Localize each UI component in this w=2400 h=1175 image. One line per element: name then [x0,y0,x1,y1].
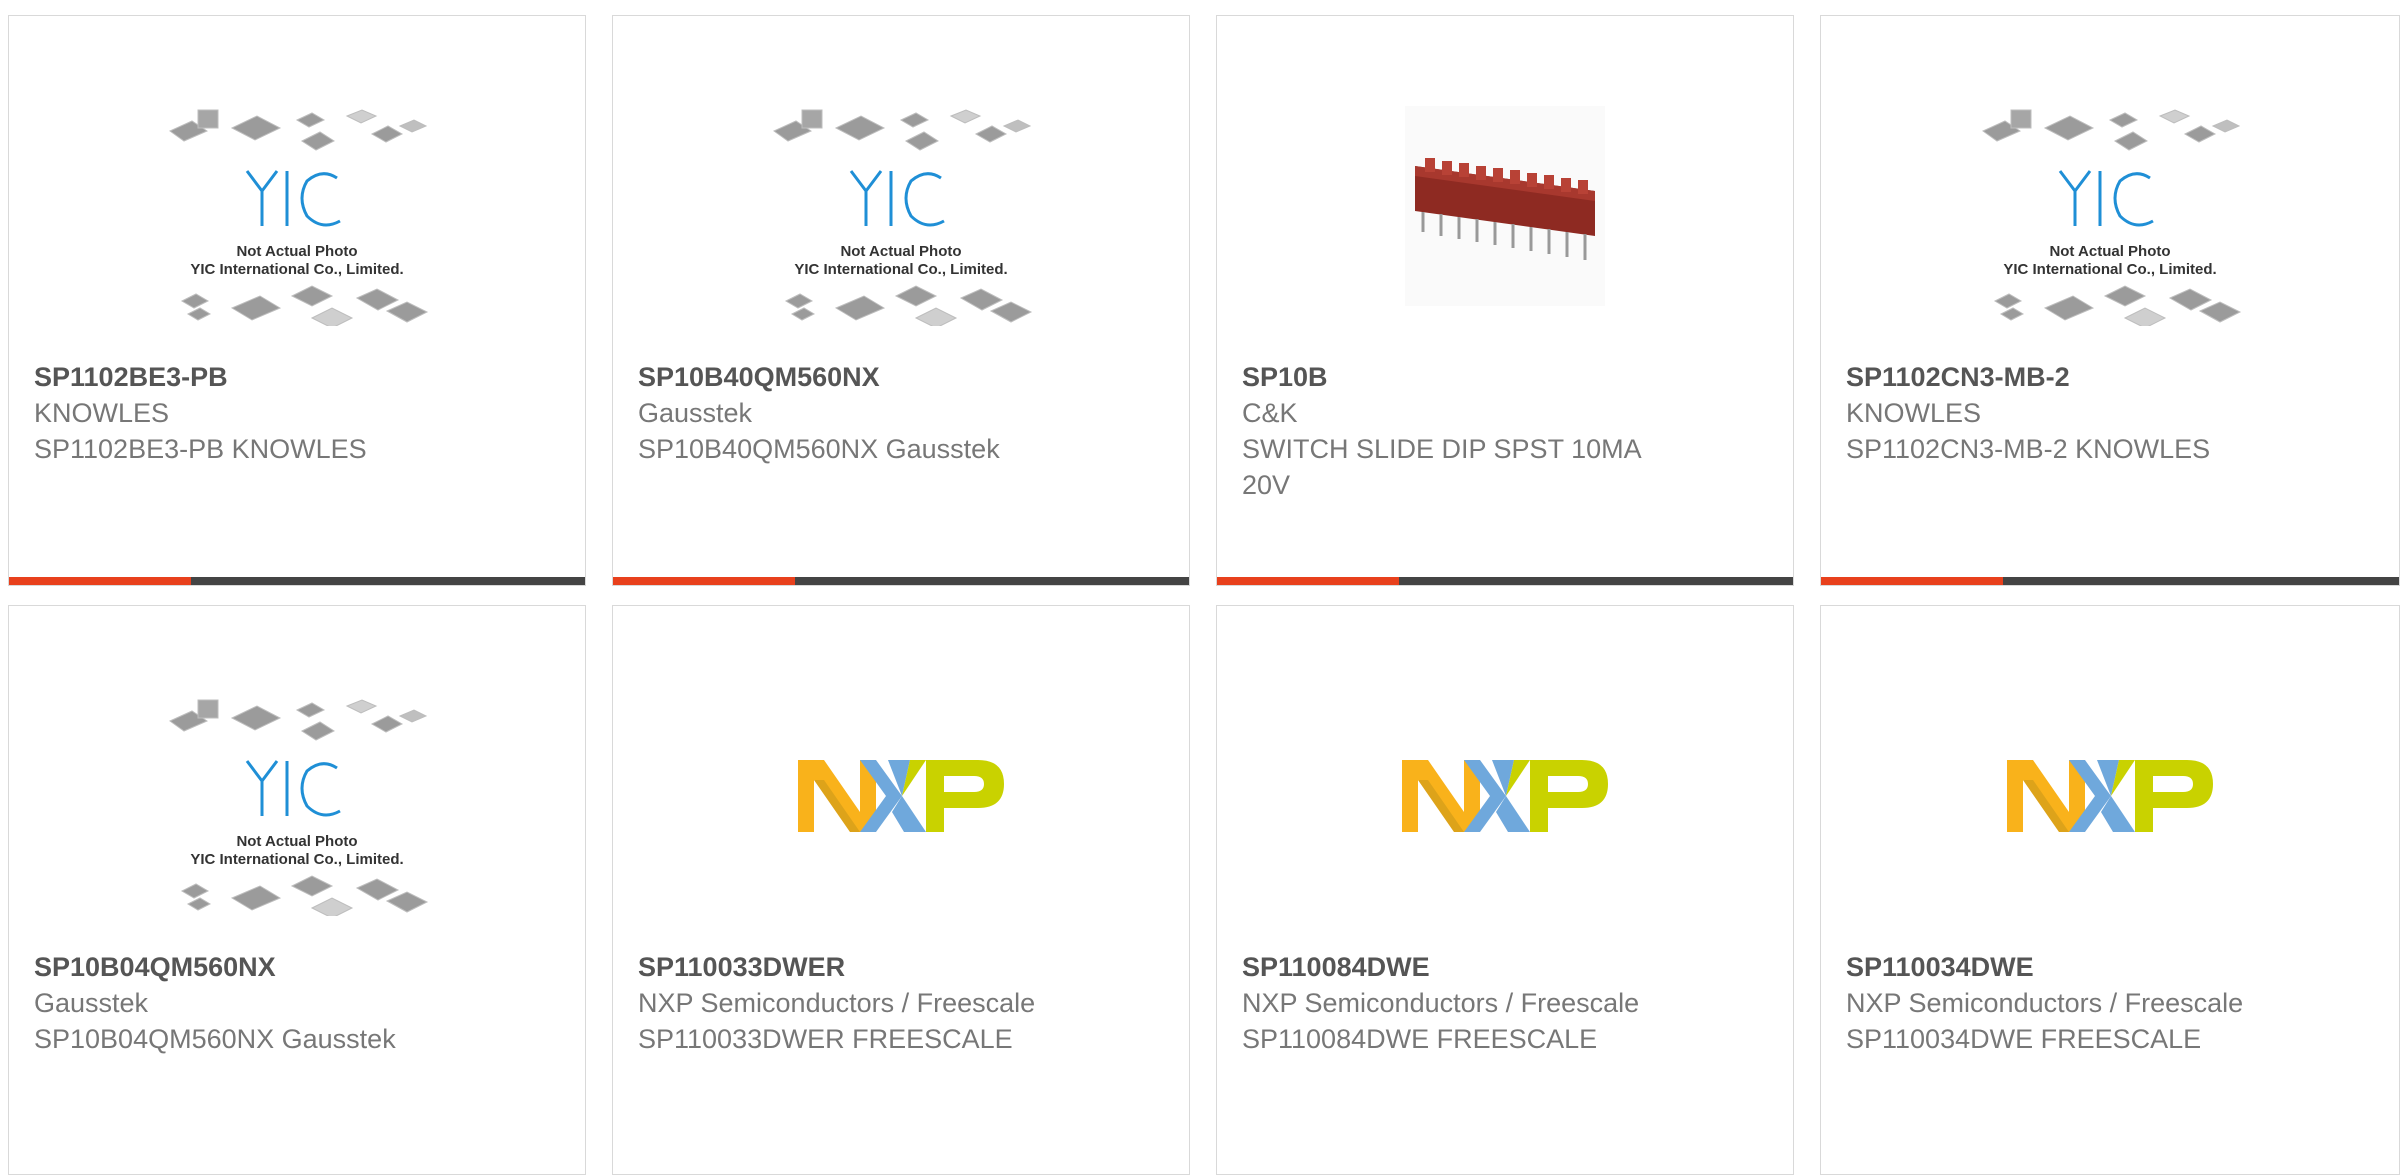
image-caption-1: Not Actual Photo [2049,243,2170,260]
product-card[interactable]: SP110034DWE NXP Semiconductors / Freesca… [1820,605,2400,1175]
product-card[interactable]: SP110033DWER NXP Semiconductors / Freesc… [612,605,1190,1175]
product-description: SP110033DWER FREESCALE [638,1024,1013,1054]
part-number-link[interactable]: SP1102CN3-MB-2 [1846,359,2374,395]
manufacturer-name: NXP Semiconductors / Freescale [1846,988,2244,1018]
manufacturer-name: KNOWLES [34,398,170,428]
product-card[interactable]: Not Actual Photo YIC International Co., … [8,15,586,586]
product-description: SP10B40QM560NX Gausstek [638,434,1000,464]
product-image-nxp-logo[interactable] [1821,646,2399,946]
image-caption-2: YIC International Co., Limited. [794,261,1007,278]
product-image-nxp-logo[interactable] [613,646,1189,946]
yic-placeholder-image: Not Actual Photo YIC International Co., … [1982,109,2242,326]
card-footer-bar [1821,577,2399,585]
product-card[interactable]: Not Actual Photo YIC International Co., … [612,15,1190,586]
image-caption-1: Not Actual Photo [236,243,357,260]
manufacturer-name: Gausstek [34,988,149,1018]
image-caption-2: YIC International Co., Limited. [190,851,403,868]
card-footer-accent [1217,577,1399,585]
image-caption-1: Not Actual Photo [236,833,357,850]
product-image-dip-switch[interactable] [1217,56,1793,356]
yic-placeholder-image: Not Actual Photo YIC International Co., … [169,699,429,916]
manufacturer-name: C&K [1242,398,1298,428]
part-number-link[interactable]: SP110033DWER [638,949,1164,985]
manufacturer-name: Gausstek [638,398,753,428]
part-number-link[interactable]: SP110034DWE [1846,949,2374,985]
product-description: SP110034DWE FREESCALE [1846,1024,2202,1054]
card-footer-bar [1217,577,1793,585]
manufacturer-name: KNOWLES [1846,398,1982,428]
product-description: SWITCH SLIDE DIP SPST 10MA 20V [1242,434,1641,500]
product-description: SP110084DWE FREESCALE [1242,1024,1598,1054]
product-image-yic-placeholder[interactable]: Not Actual Photo YIC International Co., … [613,56,1189,356]
manufacturer-name: NXP Semiconductors / Freescale [1242,988,1640,1018]
product-description: SP1102BE3-PB KNOWLES [34,434,367,464]
part-number-link[interactable]: SP10B04QM560NX [34,949,560,985]
image-caption-2: YIC International Co., Limited. [2003,261,2216,278]
image-caption-2: YIC International Co., Limited. [190,261,403,278]
product-image-nxp-logo[interactable] [1217,646,1793,946]
product-description: SP1102CN3-MB-2 KNOWLES [1846,434,2211,464]
product-card[interactable]: SP10B C&K SWITCH SLIDE DIP SPST 10MA 20V [1216,15,1794,586]
product-description: SP10B04QM560NX Gausstek [34,1024,396,1054]
card-footer-accent [9,577,191,585]
card-footer-bar [9,577,585,585]
card-footer-bar [613,577,1189,585]
dip-switch-photo [1405,106,1605,306]
product-image-yic-placeholder[interactable]: Not Actual Photo YIC International Co., … [9,646,585,946]
nxp-logo [1402,760,1608,832]
product-image-yic-placeholder[interactable]: Not Actual Photo YIC International Co., … [1821,56,2399,356]
product-card[interactable]: Not Actual Photo YIC International Co., … [8,605,586,1175]
product-card[interactable]: SP110084DWE NXP Semiconductors / Freesca… [1216,605,1794,1175]
card-footer-accent [613,577,795,585]
part-number-link[interactable]: SP110084DWE [1242,949,1768,985]
part-number-link[interactable]: SP10B [1242,359,1768,395]
part-number-link[interactable]: SP1102BE3-PB [34,359,560,395]
image-caption-1: Not Actual Photo [840,243,961,260]
product-card[interactable]: Not Actual Photo YIC International Co., … [1820,15,2400,586]
product-image-yic-placeholder[interactable]: Not Actual Photo YIC International Co., … [9,56,585,356]
yic-placeholder-image: Not Actual Photo YIC International Co., … [169,109,429,326]
manufacturer-name: NXP Semiconductors / Freescale [638,988,1036,1018]
card-footer-accent [1821,577,2003,585]
nxp-logo [2007,760,2213,832]
yic-placeholder-image: Not Actual Photo YIC International Co., … [773,109,1033,326]
nxp-logo [798,760,1004,832]
part-number-link[interactable]: SP10B40QM560NX [638,359,1164,395]
